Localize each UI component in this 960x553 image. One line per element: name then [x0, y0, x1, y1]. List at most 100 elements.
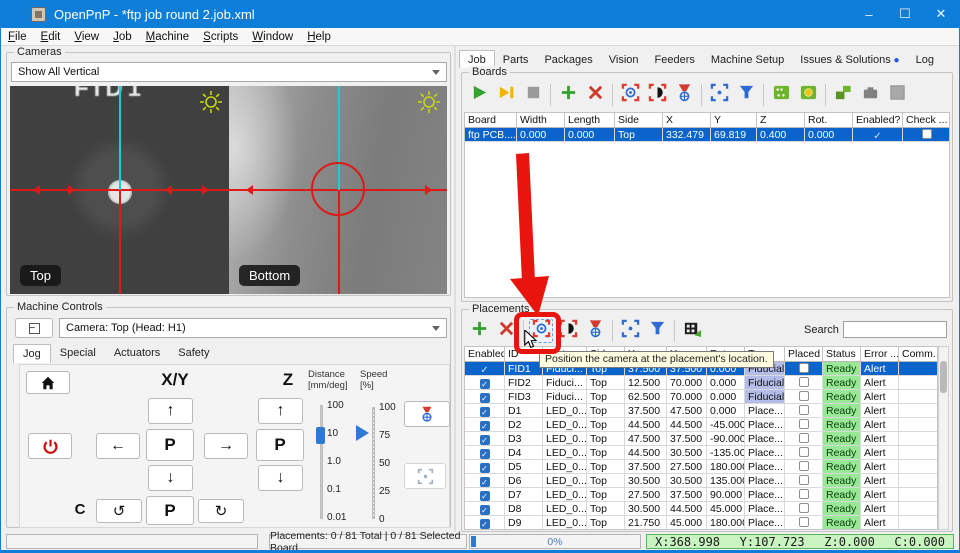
table-cell[interactable]: 69.819 [711, 128, 757, 141]
table-cell[interactable]: Ready [823, 502, 861, 515]
head-mountable-select[interactable]: Camera: Top (Head: H1) [59, 318, 447, 338]
table-cell[interactable]: 0.400 [757, 128, 805, 141]
table-cell[interactable] [899, 418, 937, 431]
position-c-button[interactable]: P [146, 496, 194, 525]
tab-actuators[interactable]: Actuators [105, 344, 169, 363]
table-cell[interactable] [785, 362, 823, 375]
table-cell[interactable]: Top [587, 390, 625, 403]
tab-special[interactable]: Special [51, 344, 105, 363]
panel-splitter[interactable] [454, 46, 456, 532]
table-cell[interactable]: Ready [823, 460, 861, 473]
checkbox[interactable] [798, 447, 809, 457]
tab-log[interactable]: Log [908, 51, 942, 68]
power-button[interactable] [28, 433, 72, 459]
table-cell[interactable]: Alert [861, 390, 899, 403]
search-input[interactable] [843, 321, 947, 338]
table-cell[interactable]: ✓ [465, 474, 505, 487]
table-cell[interactable]: 44.500 [625, 418, 667, 431]
table-cell[interactable] [899, 488, 937, 501]
table-cell[interactable] [785, 418, 823, 431]
table-cell[interactable]: Top [587, 376, 625, 389]
table-cell[interactable]: Placed [785, 347, 823, 361]
table-cell[interactable]: FID3 [505, 390, 543, 403]
table-cell[interactable]: LED_0... [543, 516, 587, 529]
table-cell[interactable]: Enabled? [853, 113, 903, 127]
tab-safety[interactable]: Safety [169, 344, 218, 363]
jog-x-minus-button[interactable]: ← [96, 433, 140, 459]
placement-row-D5[interactable]: ✓ D5 LED_0... Top 37.500 27.500 180.000 Place..… [465, 460, 937, 474]
table-cell[interactable]: 27.500 [625, 488, 667, 501]
table-cell[interactable]: 30.500 [667, 474, 707, 487]
checkbox[interactable]: ✓ [479, 505, 490, 515]
table-cell[interactable]: Alert [861, 502, 899, 515]
step-job-button[interactable] [494, 83, 518, 107]
panelize-fiducial-button[interactable] [885, 83, 909, 107]
table-cell[interactable]: 44.500 [667, 502, 707, 515]
table-cell[interactable]: Ready [823, 390, 861, 403]
table-cell[interactable]: Alert [861, 460, 899, 473]
table-cell[interactable]: D5 [505, 460, 543, 473]
table-cell[interactable]: 135.000 [707, 474, 745, 487]
jog-x-plus-button[interactable]: → [204, 433, 248, 459]
position-camera-jog-button[interactable] [404, 463, 446, 489]
table-cell[interactable]: 180.000 [707, 516, 745, 529]
table-cell[interactable]: 0.000 [805, 128, 853, 141]
table-cell[interactable]: ✓ [465, 362, 505, 375]
table-cell[interactable]: 0.000 [517, 128, 565, 141]
table-cell[interactable]: ✓ [465, 502, 505, 515]
table-cell[interactable] [785, 488, 823, 501]
table-cell[interactable]: Side [615, 113, 663, 127]
table-cell[interactable]: Fiduci... [543, 376, 587, 389]
rotate-ccw-button[interactable]: ↺ [96, 499, 142, 523]
checkbox[interactable] [798, 377, 809, 387]
tab-packages[interactable]: Packages [536, 51, 600, 68]
table-cell[interactable]: D4 [505, 446, 543, 459]
table-cell[interactable]: ✓ [465, 432, 505, 445]
menu-edit[interactable]: Edit [34, 31, 68, 43]
table-cell[interactable]: 70.000 [667, 376, 707, 389]
table-cell[interactable]: ✓ [465, 488, 505, 501]
table-cell[interactable]: Ready [823, 516, 861, 529]
position-tool-board-button[interactable] [645, 83, 669, 107]
table-cell[interactable]: Top [587, 404, 625, 417]
table-cell[interactable]: ✓ [465, 460, 505, 473]
camera-layout-select[interactable]: Show All Vertical [11, 62, 447, 82]
checkbox[interactable] [798, 461, 809, 471]
table-cell[interactable]: LED_0... [543, 432, 587, 445]
jog-z-plus-button[interactable]: ↑ [258, 398, 303, 424]
table-cell[interactable]: Alert [861, 488, 899, 501]
table-cell[interactable]: FID1 [505, 362, 543, 375]
table-cell[interactable]: 27.500 [667, 460, 707, 473]
table-cell[interactable]: Fiducial [745, 376, 785, 389]
menu-view[interactable]: View [67, 31, 106, 43]
table-cell[interactable]: Alert [861, 418, 899, 431]
tab-machine-setup[interactable]: Machine Setup [703, 51, 792, 68]
table-cell[interactable]: 30.500 [625, 502, 667, 515]
tab-vision[interactable]: Vision [601, 51, 647, 68]
scrollbar-thumb[interactable] [940, 361, 947, 393]
menu-window[interactable]: Window [245, 31, 300, 43]
placement-row-D8[interactable]: ✓ D8 LED_0... Top 30.500 44.500 45.000 Place...… [465, 502, 937, 516]
table-cell[interactable]: Place... [745, 404, 785, 417]
table-cell[interactable]: Place... [745, 474, 785, 487]
table-cell[interactable]: 0.000 [707, 404, 745, 417]
maximize-button[interactable]: ☐ [887, 0, 923, 28]
start-job-button[interactable] [467, 83, 491, 107]
table-cell[interactable]: D3 [505, 432, 543, 445]
table-cell[interactable]: 47.500 [625, 432, 667, 445]
table-cell[interactable]: ✓ [465, 404, 505, 417]
distance-slider-track[interactable] [320, 405, 323, 519]
tab-feeders[interactable]: Feeders [647, 51, 703, 68]
add-board-button[interactable] [556, 83, 580, 107]
close-button[interactable]: ✕ [923, 0, 959, 28]
distance-slider-handle[interactable] [316, 427, 325, 444]
board-row[interactable]: ftp PCB.... 0.000 0.000 Top 332.479 69.819 0.4… [465, 128, 949, 142]
table-cell[interactable]: Ready [823, 488, 861, 501]
table-cell[interactable] [899, 432, 937, 445]
table-cell[interactable]: 37.500 [625, 460, 667, 473]
capture-camera-location-button[interactable] [707, 83, 731, 107]
speed-slider-handle[interactable] [356, 425, 377, 441]
checkbox[interactable]: ✓ [479, 379, 490, 389]
checkbox[interactable] [798, 363, 809, 373]
table-cell[interactable]: Alert [861, 404, 899, 417]
